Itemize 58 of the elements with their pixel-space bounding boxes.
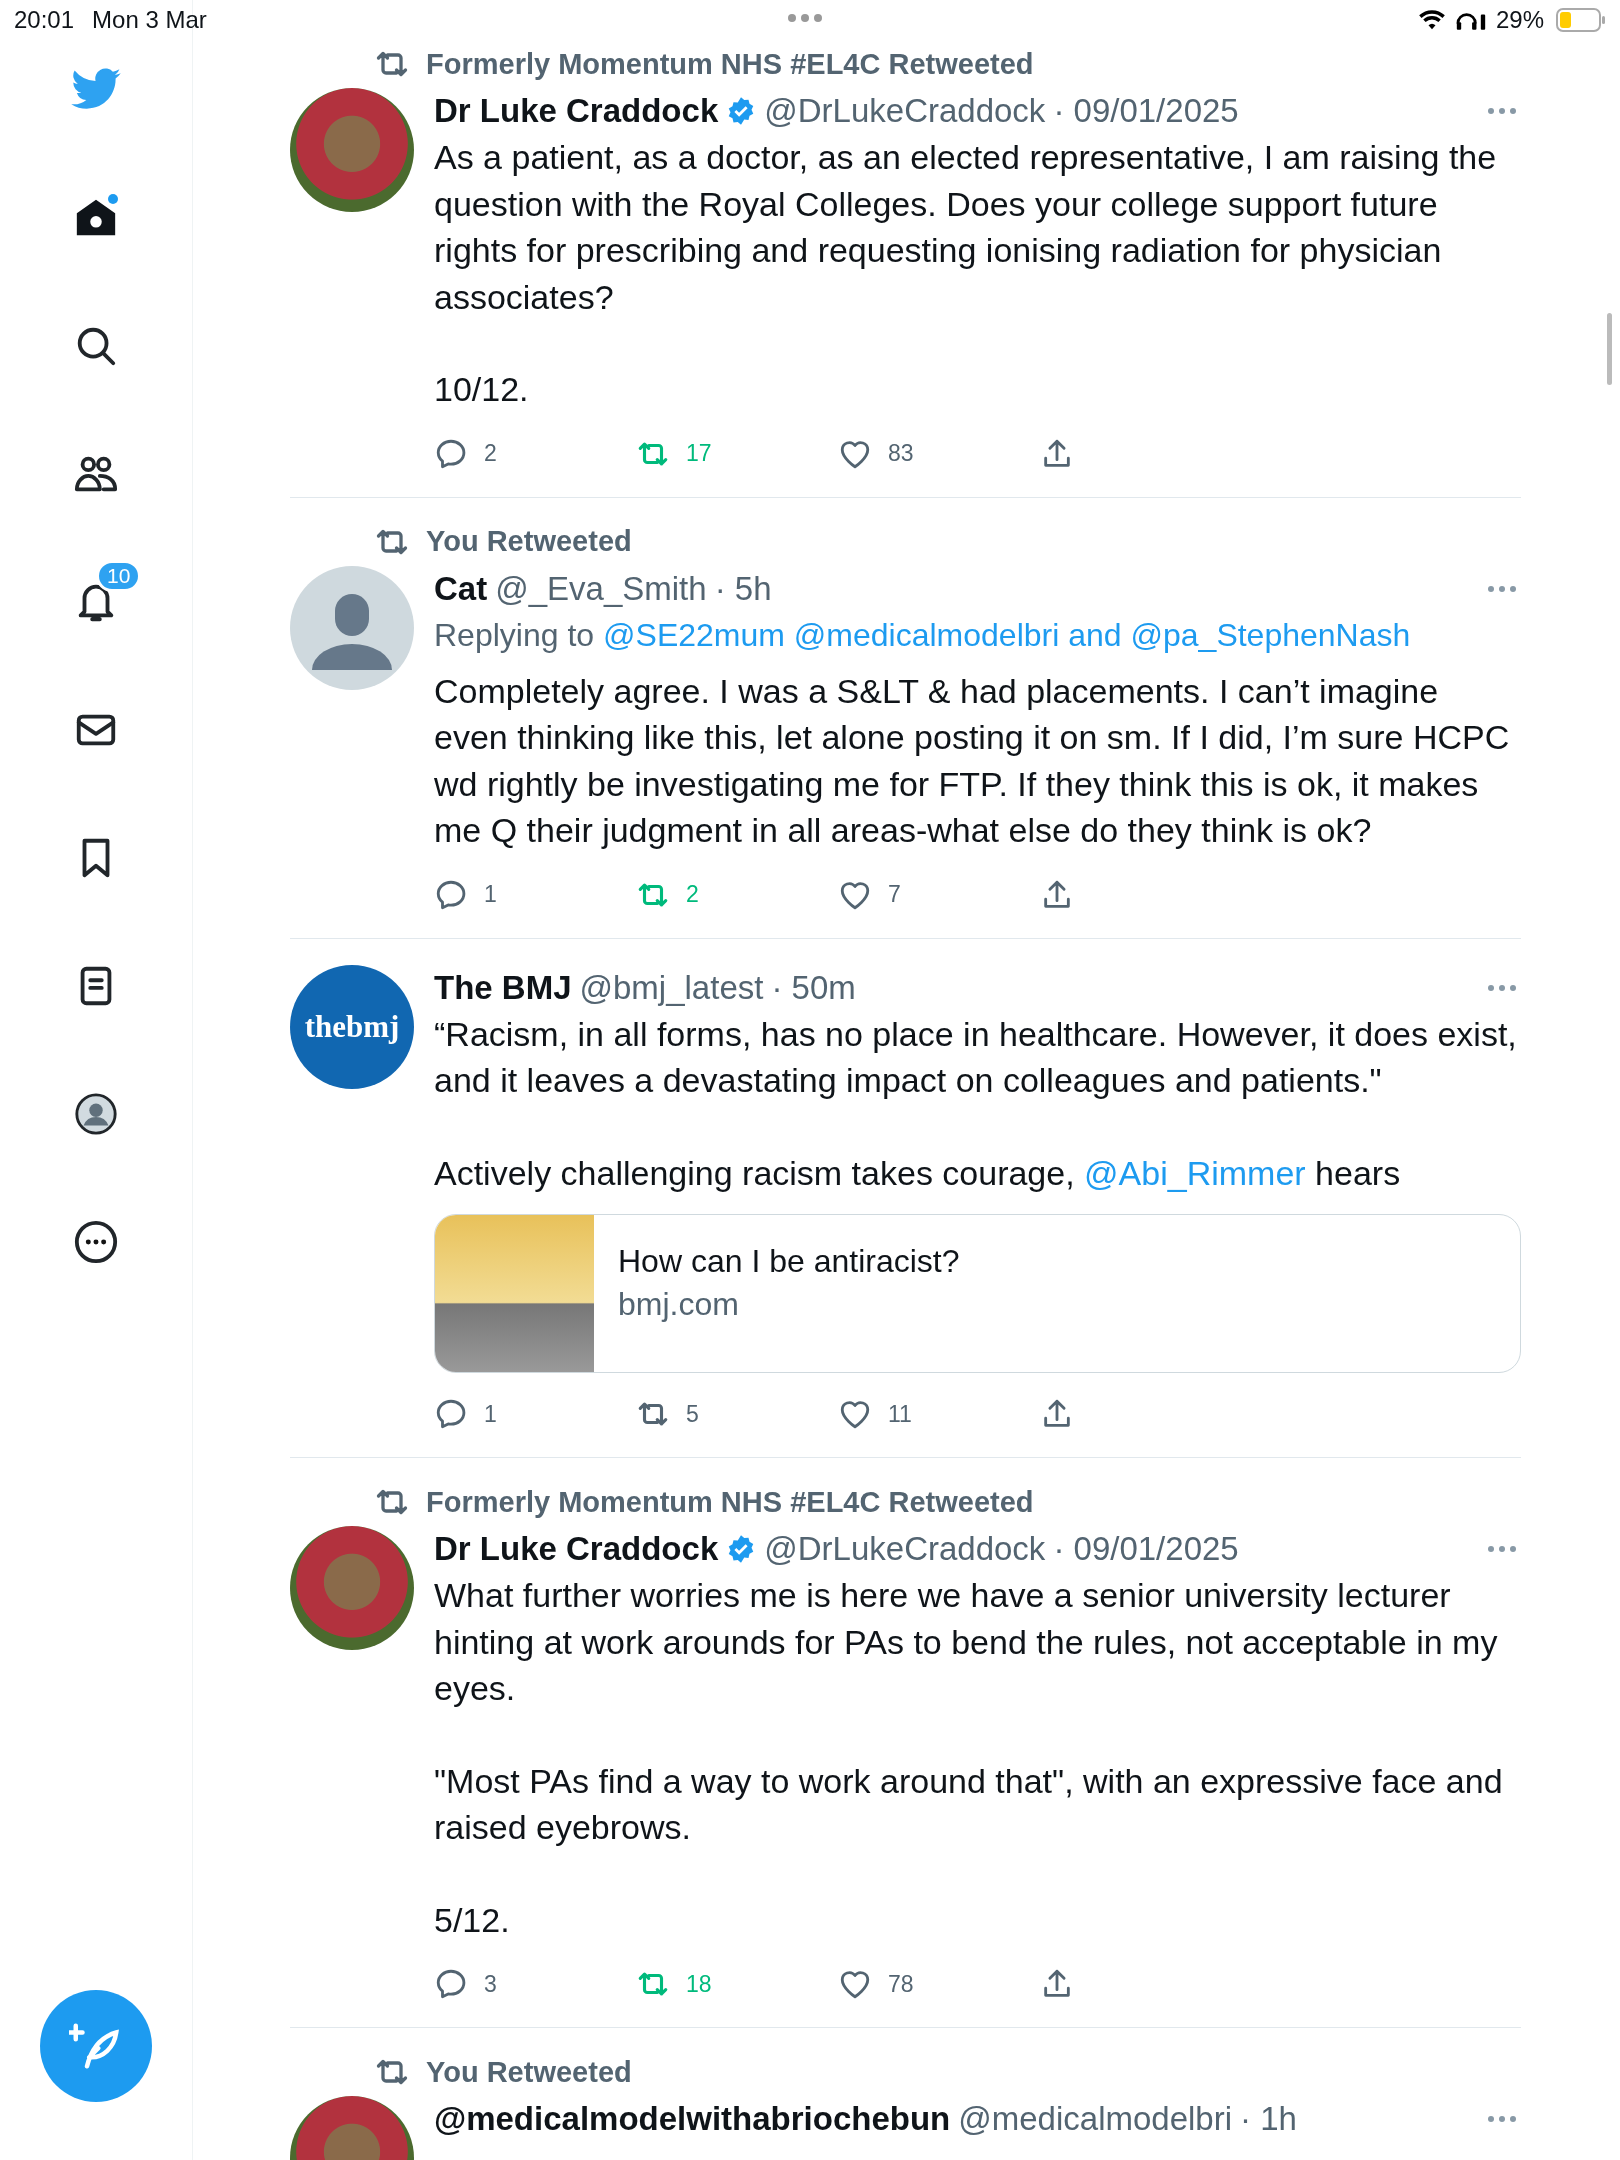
reply-icon	[434, 1397, 468, 1431]
card-title: How can I be antiracist?	[618, 1243, 960, 1280]
author-name[interactable]: Dr Luke Craddock	[434, 1530, 719, 1568]
author-handle[interactable]: @_Eva_Smith	[495, 569, 707, 608]
author-handle[interactable]: @DrLukeCraddock	[764, 1530, 1046, 1568]
avatar-logo[interactable]: thebmj	[290, 964, 414, 1089]
retweeted-by-label: You Retweeted	[426, 525, 632, 558]
default-avatar-icon[interactable]	[290, 565, 414, 690]
tweet-time: · 1h	[1240, 2100, 1297, 2138]
retweeted-by-label: You Retweeted	[426, 2055, 632, 2089]
author-name[interactable]: Cat	[434, 569, 488, 608]
reply-icon	[434, 1967, 468, 2001]
like-button[interactable]: 78	[838, 1967, 1040, 2001]
tweet-time: · 09/01/2025	[1053, 1530, 1239, 1568]
multitasking-dots[interactable]	[788, 14, 822, 22]
retweet-button[interactable]: 5	[636, 1397, 838, 1431]
more-dots-icon	[1487, 983, 1517, 992]
tweet-time: · 5h	[714, 569, 772, 608]
tweet-text: What further worries me is here we have a senior university lecturer hinting at work arounds for PAs to bend the rules, not acceptable in my eyes.	[434, 1575, 1499, 1709]
reply-button[interactable]: 1	[434, 1397, 636, 1431]
scrollbar	[1607, 313, 1612, 385]
author-name[interactable]: Dr Luke Craddock	[434, 92, 719, 130]
more-dots-icon	[1487, 2115, 1517, 2123]
reply-button[interactable]: 3	[434, 1967, 636, 2001]
reply-button[interactable]: 2	[434, 436, 636, 471]
more-icon	[73, 1219, 119, 1265]
author-name[interactable]: The BMJ	[434, 968, 572, 1007]
like-button[interactable]: 83	[838, 436, 1040, 471]
more-dots-icon	[1487, 1545, 1517, 1553]
tweet-text: 10/12.	[434, 369, 530, 410]
profile-avatar-icon	[73, 1091, 119, 1137]
tweet-time: · 50m	[771, 968, 856, 1007]
wifi-icon	[1417, 9, 1446, 31]
author-handle[interactable]: @medicalmodelbri	[958, 2100, 1233, 2138]
like-button[interactable]: 11	[838, 1397, 1040, 1431]
link-card[interactable]: How can I be antiracist? bmj.com	[434, 1214, 1521, 1373]
tweet-text: 5/12.	[434, 1899, 511, 1941]
status-date: Mon 3 Mar	[92, 6, 207, 34]
retweeted-by-label: Formerly Momentum NHS #EL4C Retweeted	[426, 47, 1034, 81]
tweet-text: "Most PAs find a way to work around that", with an expressive face and raised eyebrows.	[434, 1760, 1504, 1848]
reply-button[interactable]: 1	[434, 877, 636, 912]
author-handle[interactable]: @DrLukeCraddock	[764, 92, 1046, 130]
tweet-text: Actively challenging racism takes courage, @Abi_Rimmer hears	[434, 1152, 1402, 1194]
like-button[interactable]: 7	[838, 877, 1040, 912]
retweeted-by-label: Formerly Momentum NHS #EL4C Retweeted	[426, 1485, 1034, 1519]
tweet-text: As a patient, as a doctor, as an elected representative, I am raising the question with the Royal Colleges. Does your college support future rights for prescribing and requesting ionising radiation for physician associates?	[434, 137, 1498, 318]
battery-percent: 29%	[1495, 6, 1544, 34]
tweet-text: “Racism, in all forms, has no place in healthcare. However, it does exist, and it leaves a devastating impact on colleagues and patients."	[434, 1013, 1518, 1101]
tweet-time: · 09/01/2025	[1053, 92, 1239, 130]
status-time: 20:01	[14, 6, 75, 34]
battery-icon	[1556, 7, 1606, 33]
author-handle[interactable]: @bmj_latest	[579, 968, 764, 1007]
replying-to-label: Replying to	[434, 615, 595, 655]
more-dots-icon	[1487, 584, 1517, 593]
author-name[interactable]: @medicalmodelwithabriochebun	[434, 2100, 951, 2138]
card-domain: bmj.com	[618, 1286, 740, 1323]
more-dots-icon	[1487, 107, 1517, 115]
tweet-text: Completely agree. I was a S&LT & had placements. I can’t imagine even thinking like this, let alone posting it on sm. If I did, I’m sure HCPC wd rightly be investigating me for FTP. If they think this is ok, it makes me Q their judgment in all areas-what else do they think is ok?	[434, 670, 1511, 851]
